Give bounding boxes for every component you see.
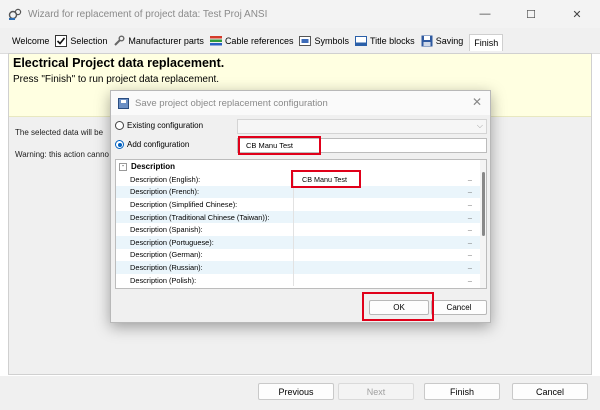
wrench-icon	[113, 35, 125, 47]
tab-label: Finish	[474, 38, 499, 48]
tab-label: Title blocks	[370, 35, 415, 46]
existing-config-option[interactable]: Existing configuration	[115, 121, 203, 130]
previous-button[interactable]: Previous	[258, 383, 334, 400]
table-row[interactable]: Description (Traditional Chinese (Taiwan…	[116, 210, 482, 224]
tab-label: Manufacturer parts	[128, 35, 204, 46]
highlight-box	[362, 292, 434, 321]
row-label: Description (Polish):	[116, 273, 294, 287]
more-icon[interactable]: –	[468, 250, 472, 259]
more-icon[interactable]: –	[468, 213, 472, 222]
tab-saving[interactable]: Saving	[421, 35, 464, 47]
tab-selection[interactable]: Selection	[55, 34, 108, 47]
row-label: Description (Portuguese):	[116, 236, 294, 249]
dialog-titlebar: Save project object replacement configur…	[111, 91, 490, 115]
tab-label: Selection	[70, 35, 108, 46]
table-row[interactable]: Description (German): –	[116, 248, 482, 262]
wizard-cancel-button[interactable]: Cancel	[512, 383, 588, 400]
minimize-button[interactable]: —	[462, 0, 508, 28]
more-icon[interactable]: –	[468, 263, 472, 272]
dialog-title: Save project object replacement configur…	[135, 97, 328, 109]
row-label: Description (Spanish):	[116, 223, 294, 236]
tab-manufacturer-parts[interactable]: Manufacturer parts	[113, 35, 204, 47]
add-config-label: Add configuration	[127, 140, 190, 149]
row-value[interactable]: –	[294, 211, 482, 224]
tab-label: Cable references	[224, 35, 294, 46]
wizard-tabs: Welcome Selection Manufacturer parts Cab…	[0, 28, 600, 54]
table-row[interactable]: Description (Russian): –	[116, 261, 482, 274]
chevron-down-icon: ⌵	[476, 121, 483, 130]
table-row[interactable]: Description (Spanish): –	[116, 223, 482, 236]
row-label: Description (German):	[116, 248, 294, 262]
more-icon[interactable]: –	[468, 175, 472, 184]
existing-config-radio[interactable]	[115, 121, 124, 130]
dialog-close-button[interactable]: ✕	[472, 95, 482, 109]
row-label: Description (Traditional Chinese (Taiwan…	[116, 210, 294, 224]
row-value[interactable]: –	[294, 261, 482, 274]
add-config-option[interactable]: Add configuration	[115, 140, 189, 149]
warning-text: Warning: this action canno	[15, 150, 109, 159]
finish-button[interactable]: Finish	[424, 383, 500, 400]
tab-title-blocks[interactable]: Title blocks	[355, 35, 415, 47]
add-config-radio[interactable]	[115, 140, 124, 149]
title-block-icon	[355, 35, 367, 47]
floppy-disk-icon	[118, 97, 129, 109]
row-label: Description (Russian):	[116, 261, 294, 274]
row-label: Description (Simplified Chinese):	[116, 198, 294, 211]
existing-config-select[interactable]: ⌵	[237, 119, 487, 134]
close-button[interactable]: ✕	[554, 0, 600, 28]
more-icon[interactable]: –	[468, 187, 472, 196]
tab-symbols[interactable]: Symbols	[299, 35, 349, 47]
tab-cable-references[interactable]: Cable references	[209, 35, 294, 47]
existing-config-label: Existing configuration	[127, 121, 204, 130]
app-wizard-icon	[8, 7, 22, 21]
cable-icon	[209, 35, 222, 47]
checkbox-icon	[55, 34, 68, 47]
more-icon[interactable]: –	[468, 200, 472, 209]
page-title: Electrical Project data replacement.	[13, 56, 225, 70]
floppy-disk-icon	[421, 35, 433, 47]
table-row[interactable]: Description (Portuguese): –	[116, 236, 482, 249]
row-label: Description (English):	[116, 173, 294, 186]
next-button[interactable]: Next	[338, 383, 414, 400]
window-title: Wizard for replacement of project data: …	[28, 8, 268, 20]
save-config-dialog: Save project object replacement configur…	[110, 90, 491, 323]
highlight-box	[238, 136, 321, 155]
grid-scrollbar[interactable]	[480, 160, 486, 288]
highlight-box	[291, 170, 361, 188]
row-value[interactable]: –	[294, 198, 482, 211]
tab-label: Saving	[435, 35, 464, 46]
table-row[interactable]: Description (Simplified Chinese): –	[116, 198, 482, 211]
maximize-button[interactable]: ☐	[508, 0, 554, 28]
tab-label: Welcome	[12, 35, 50, 46]
more-icon[interactable]: –	[468, 238, 472, 247]
row-value[interactable]: –	[294, 223, 482, 236]
table-row[interactable]: Description (Polish): –	[116, 273, 482, 287]
row-value[interactable]: –	[294, 274, 482, 287]
symbol-icon	[299, 35, 312, 47]
row-label: Description (French):	[116, 185, 294, 199]
row-value[interactable]: –	[294, 249, 482, 262]
page-subtitle: Press "Finish" to run project data repla…	[13, 74, 220, 85]
tab-label: Symbols	[314, 35, 349, 46]
collapse-icon[interactable]: -	[119, 162, 127, 171]
more-icon[interactable]: –	[468, 225, 472, 234]
selected-data-text: The selected data will be	[15, 128, 104, 137]
tab-finish[interactable]: Finish	[469, 34, 504, 51]
dialog-cancel-button[interactable]: Cancel	[431, 300, 487, 315]
section-title: Description	[131, 162, 176, 171]
scrollbar-thumb[interactable]	[482, 172, 485, 236]
more-icon[interactable]: –	[468, 276, 472, 285]
row-value[interactable]: –	[294, 236, 482, 249]
window-titlebar: Wizard for replacement of project data: …	[0, 0, 600, 28]
tab-welcome[interactable]: Welcome	[12, 36, 49, 46]
